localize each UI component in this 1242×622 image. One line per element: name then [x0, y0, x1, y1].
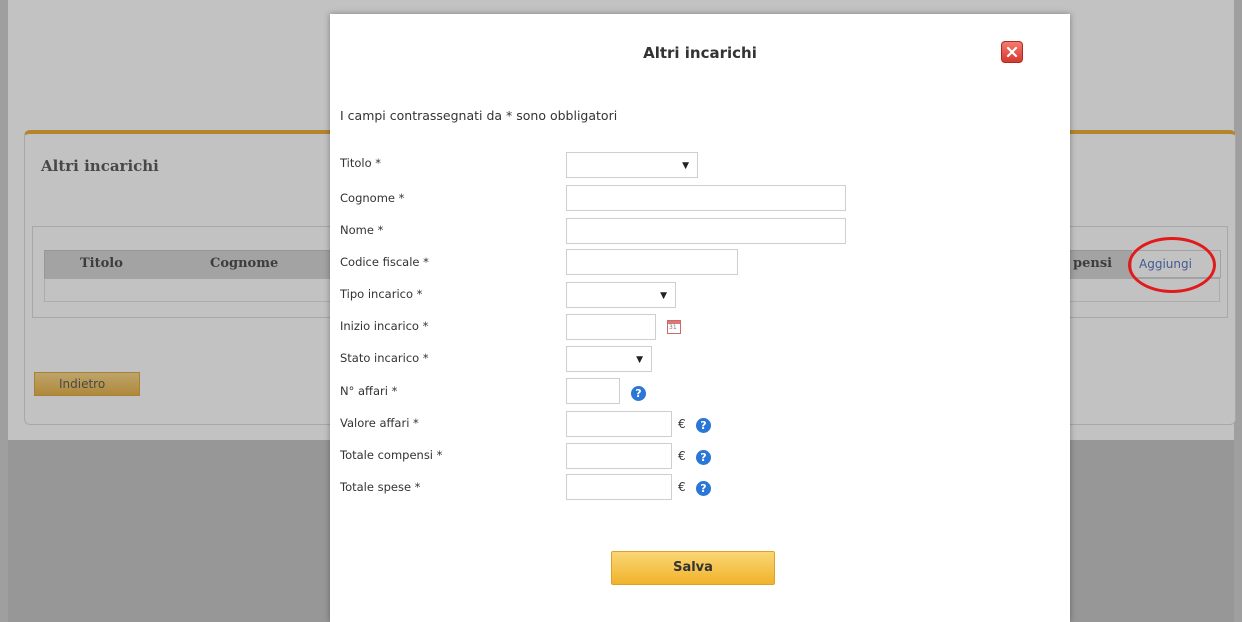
- valore-affari-label: Valore affari *: [340, 416, 419, 430]
- currency-euro-symbol: €: [678, 449, 686, 463]
- help-icon[interactable]: ?: [696, 418, 711, 433]
- modal-title: Altri incarichi: [643, 44, 757, 62]
- annotation-highlight-circle: [1128, 237, 1216, 293]
- currency-euro-symbol: €: [678, 417, 686, 431]
- save-button[interactable]: Salva: [611, 551, 775, 585]
- valore-affari-input[interactable]: [566, 411, 672, 437]
- codice-fiscale-input[interactable]: [566, 249, 738, 275]
- totale-compensi-input[interactable]: [566, 443, 672, 469]
- help-icon[interactable]: ?: [696, 450, 711, 465]
- help-icon[interactable]: ?: [631, 386, 646, 401]
- titolo-select[interactable]: ▼: [566, 152, 698, 178]
- codice-fiscale-label: Codice fiscale *: [340, 255, 429, 269]
- dropdown-caret-icon: ▼: [682, 161, 689, 171]
- dropdown-caret-icon: ▼: [660, 291, 667, 301]
- n-affari-label: N° affari *: [340, 384, 398, 398]
- titolo-label: Titolo *: [340, 156, 382, 170]
- close-icon: [1006, 46, 1018, 58]
- calendar-icon-day: 31: [669, 324, 677, 331]
- nome-label: Nome *: [340, 223, 384, 237]
- dropdown-caret-icon: ▼: [636, 355, 643, 365]
- modal-dialog: Altri incarichi I campi contrassegnati d…: [330, 14, 1070, 622]
- inizio-incarico-input[interactable]: [566, 314, 656, 340]
- required-fields-note: I campi contrassegnati da * sono obbliga…: [340, 108, 618, 123]
- n-affari-input[interactable]: [566, 378, 620, 404]
- stato-incarico-select[interactable]: ▼: [566, 346, 652, 372]
- calendar-icon[interactable]: 31: [667, 320, 681, 334]
- totale-compensi-label: Totale compensi *: [340, 448, 443, 462]
- help-icon[interactable]: ?: [696, 481, 711, 496]
- close-button[interactable]: [1001, 41, 1023, 63]
- cognome-input[interactable]: [566, 185, 846, 211]
- stato-incarico-label: Stato incarico *: [340, 351, 429, 365]
- inizio-incarico-label: Inizio incarico *: [340, 319, 429, 333]
- totale-spese-label: Totale spese *: [340, 480, 421, 494]
- nome-input[interactable]: [566, 218, 846, 244]
- tipo-incarico-label: Tipo incarico *: [340, 287, 423, 301]
- tipo-incarico-select[interactable]: ▼: [566, 282, 676, 308]
- totale-spese-input[interactable]: [566, 474, 672, 500]
- currency-euro-symbol: €: [678, 480, 686, 494]
- cognome-label: Cognome *: [340, 191, 405, 205]
